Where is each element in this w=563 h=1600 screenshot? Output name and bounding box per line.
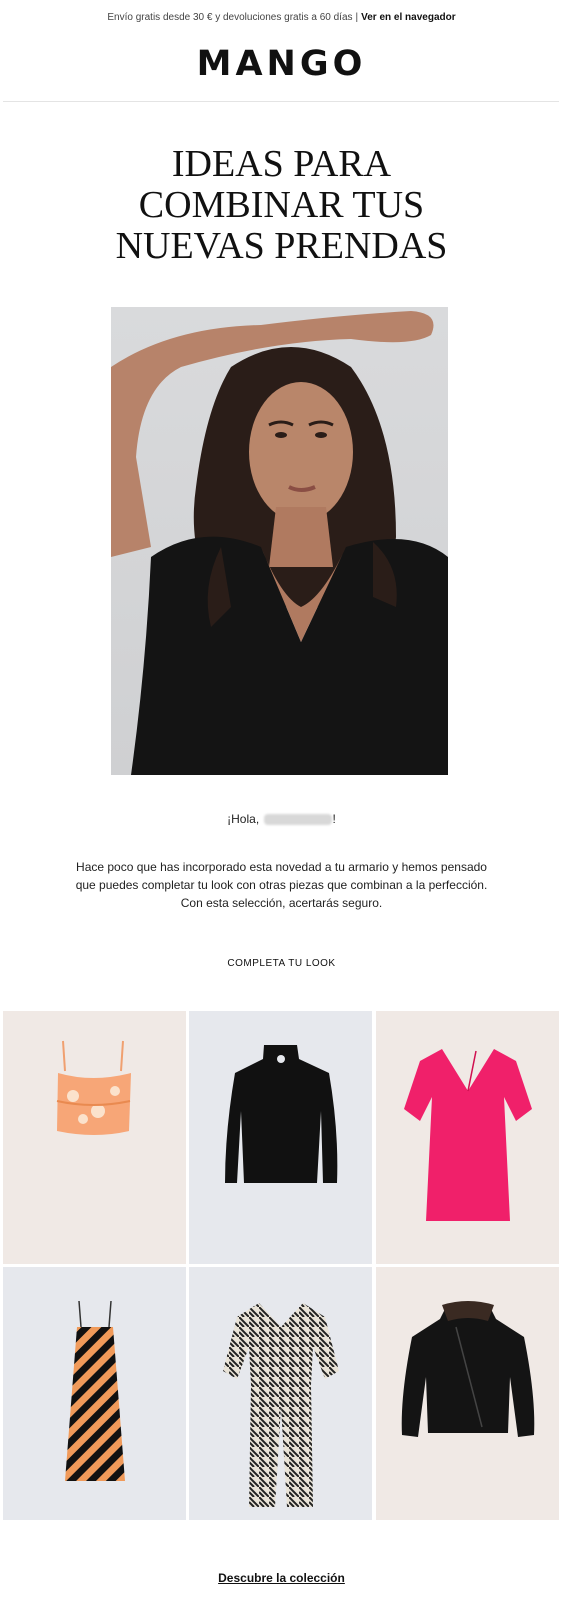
topbar-separator: |: [355, 12, 359, 23]
model-portrait-illustration: [111, 311, 448, 775]
title-line-3: NUEVAS PRENDAS: [115, 225, 448, 267]
intro-line-1: Hace poco que has incorporado esta noved…: [76, 860, 487, 874]
product-card-3[interactable]: [376, 1011, 559, 1264]
title-line-2: COMBINAR TUS: [138, 184, 425, 226]
pink-dress-icon: [404, 1049, 532, 1221]
greeting-suffix: !: [332, 812, 336, 826]
product-card-6[interactable]: [376, 1267, 559, 1520]
product-card-2[interactable]: [189, 1011, 372, 1264]
shipping-promo-text: Envío gratis desde 30 € y devoluciones g…: [107, 12, 353, 23]
page-title: IDEAS PARA COMBINAR TUS NUEVAS PRENDAS: [0, 144, 563, 267]
orange-floral-crop-top-icon: [56, 1040, 131, 1135]
section-heading: COMPLETA TU LOOK: [227, 958, 336, 969]
top-promo-bar: Envío gratis desde 30 € y devoluciones g…: [0, 12, 563, 23]
discover-collection-link[interactable]: Descubre la colección: [0, 1571, 563, 1585]
mango-logo[interactable]: MANGO: [0, 44, 563, 84]
leather-jacket-icon: [401, 1301, 535, 1437]
header-divider: [3, 101, 559, 102]
intro-paragraph: Hace poco que has incorporado esta noved…: [40, 858, 523, 912]
redacted-name: [263, 814, 332, 826]
intro-line-3: Con esta selección, acertarás seguro.: [180, 896, 383, 910]
hero-model-image[interactable]: [111, 307, 448, 775]
product-card-5[interactable]: [189, 1267, 372, 1520]
title-line-1: IDEAS PARA: [171, 143, 392, 185]
product-card-4[interactable]: [3, 1267, 186, 1520]
view-in-browser-link[interactable]: Ver en el navegador: [361, 12, 456, 23]
greeting-prefix: ¡Hola,: [227, 812, 260, 826]
printed-jumpsuit-icon: [223, 1303, 339, 1507]
intro-line-2: que puedes completar tu look con otras p…: [75, 878, 488, 892]
striped-slip-dress-icon: [65, 1300, 125, 1481]
black-blouse-icon: [225, 1045, 338, 1183]
product-card-1[interactable]: [3, 1011, 186, 1264]
product-grid: [3, 1011, 559, 1523]
discover-collection-label[interactable]: Descubre la colección: [218, 1571, 345, 1585]
greeting: ¡Hola, !: [0, 812, 563, 826]
